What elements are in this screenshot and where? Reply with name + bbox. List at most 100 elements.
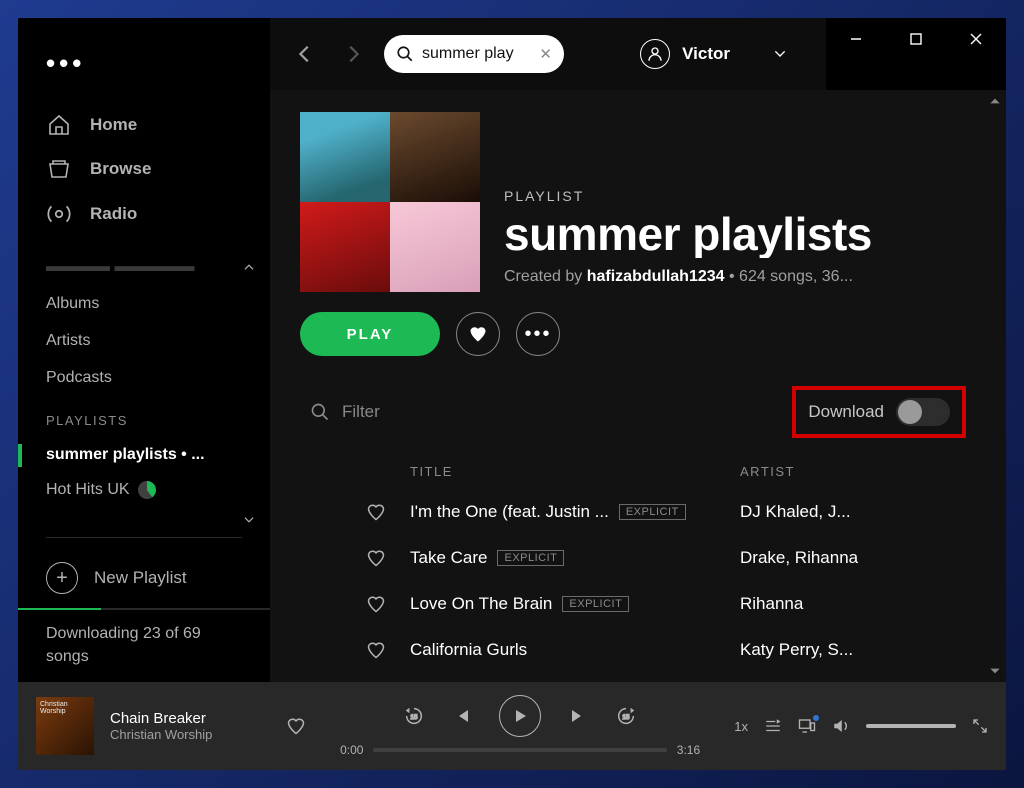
- download-status: Downloading 23 of 69 songs: [18, 608, 270, 682]
- now-playing-title[interactable]: Chain Breaker: [110, 710, 270, 727]
- track-header: TITLE ARTIST: [300, 448, 976, 489]
- search-icon: [310, 402, 330, 422]
- chevron-down-icon: [772, 46, 788, 62]
- track-artist[interactable]: Drake, Rihanna: [740, 548, 966, 568]
- queue-button[interactable]: [764, 717, 782, 735]
- fullscreen-button[interactable]: [972, 718, 988, 734]
- track-favorite-button[interactable]: [366, 594, 410, 614]
- position-label: 0:00: [340, 743, 363, 757]
- playlist-author[interactable]: hafizabdullah1234: [587, 268, 725, 285]
- filter-input[interactable]: Filter: [342, 402, 380, 422]
- window-controls: [826, 18, 1006, 90]
- track-row[interactable]: Take Care EXPLICIT Drake, Rihanna: [300, 535, 976, 581]
- home-icon: [46, 112, 72, 138]
- lib-artists[interactable]: Artists: [18, 323, 270, 360]
- playlist-title: summer playlists: [504, 210, 976, 258]
- window-maximize-button[interactable]: [886, 18, 946, 60]
- playlist-item-hothits[interactable]: Hot Hits UK: [18, 473, 270, 508]
- scroll-down-icon[interactable]: [988, 664, 1002, 678]
- search-icon: [396, 45, 414, 63]
- playlist-item-summer[interactable]: summer playlists • ...: [18, 438, 270, 473]
- track-title: I'm the One (feat. Justin ...: [410, 502, 609, 522]
- browse-icon: [46, 156, 72, 182]
- playlist-type-label: PLAYLIST: [504, 188, 976, 204]
- play-button[interactable]: PLAY: [300, 312, 440, 356]
- volume-slider[interactable]: [866, 724, 956, 728]
- track-favorite-button[interactable]: [366, 548, 410, 568]
- track-artist[interactable]: Katy Perry, S...: [740, 640, 966, 660]
- download-toggle[interactable]: [896, 398, 950, 426]
- previous-button[interactable]: [453, 707, 471, 725]
- main-content: summer play ✕ Victor: [270, 18, 1006, 682]
- track-artist[interactable]: Rihanna: [740, 594, 966, 614]
- track-row[interactable]: California GurlsKaty Perry, S...: [300, 627, 976, 673]
- track-artist[interactable]: DJ Khaled, J...: [740, 502, 966, 522]
- more-button[interactable]: •••: [516, 312, 560, 356]
- svg-text:15: 15: [410, 714, 418, 721]
- radio-icon: [46, 201, 72, 227]
- explicit-badge: EXPLICIT: [562, 596, 629, 612]
- chevron-up-icon: [242, 260, 256, 274]
- new-playlist-label: New Playlist: [94, 568, 187, 588]
- window-minimize-button[interactable]: [826, 18, 886, 60]
- volume-button[interactable]: [832, 717, 850, 735]
- app-menu-button[interactable]: •••: [18, 42, 270, 103]
- new-playlist-button[interactable]: + New Playlist: [18, 548, 270, 608]
- column-title[interactable]: TITLE: [410, 464, 740, 479]
- lib-podcasts-label: Podcasts: [46, 369, 112, 387]
- nav-browse-label: Browse: [90, 159, 151, 179]
- clear-search-button[interactable]: ✕: [539, 45, 552, 63]
- lib-albums[interactable]: Albums: [18, 286, 270, 323]
- track-favorite-button[interactable]: [366, 640, 410, 660]
- playlist-cover: [300, 112, 480, 292]
- rewind-15-button[interactable]: 15: [403, 705, 425, 727]
- scroll-up-icon[interactable]: [988, 94, 1002, 108]
- progress-bar[interactable]: 0:00 3:16: [340, 743, 700, 757]
- play-pause-button[interactable]: [499, 695, 541, 737]
- column-artist[interactable]: ARTIST: [740, 464, 795, 479]
- app-window: ••• Home Browse Radio ▬: [18, 18, 1006, 770]
- favorite-button[interactable]: [456, 312, 500, 356]
- devices-button[interactable]: [798, 717, 816, 735]
- nav-radio[interactable]: Radio: [18, 192, 270, 236]
- playlist-item-label: summer playlists • ...: [46, 446, 205, 464]
- playback-speed-button[interactable]: 1x: [734, 719, 748, 734]
- now-playing-artist[interactable]: Christian Worship: [110, 727, 270, 742]
- now-playing-cover[interactable]: [36, 697, 94, 755]
- lib-albums-label: Albums: [46, 295, 99, 313]
- track-title: Take Care: [410, 548, 487, 568]
- nav-back-button[interactable]: [288, 37, 322, 71]
- player-controls: 15 15 0:00 3:16: [322, 695, 718, 757]
- forward-15-button[interactable]: 15: [615, 705, 637, 727]
- lib-collapse-row[interactable]: ▬▬▬▬ ▬▬▬▬▬: [18, 249, 270, 286]
- chevron-down-icon[interactable]: [242, 513, 256, 527]
- nav-forward-button[interactable]: [336, 37, 370, 71]
- download-status-text: Downloading 23 of 69 songs: [46, 625, 201, 664]
- track-row[interactable]: Love On The BrainEXPLICITRihanna: [300, 581, 976, 627]
- track-row[interactable]: I'm the One (feat. Justin ...EXPLICITDJ …: [300, 489, 976, 535]
- nav-browse[interactable]: Browse: [18, 147, 270, 191]
- user-icon: [640, 39, 670, 69]
- nav-home[interactable]: Home: [18, 103, 270, 147]
- nav-radio-label: Radio: [90, 204, 137, 224]
- playlist-subtitle: Created by hafizabdullah1234 • 624 songs…: [504, 268, 976, 286]
- player-bar: Chain Breaker Christian Worship 15: [18, 682, 1006, 770]
- playlist-header: PLAYLIST summer playlists Created by haf…: [300, 112, 976, 292]
- download-label: Download: [808, 402, 884, 422]
- nav-home-label: Home: [90, 115, 137, 135]
- explicit-badge: EXPLICIT: [497, 550, 564, 566]
- window-close-button[interactable]: [946, 18, 1006, 60]
- download-progress-icon: [138, 481, 156, 499]
- playlists-section-label: PLAYLISTS: [18, 397, 270, 438]
- playlist-item-label: Hot Hits UK: [46, 481, 130, 499]
- lib-podcasts[interactable]: Podcasts: [18, 360, 270, 397]
- search-input[interactable]: summer play ✕: [384, 35, 564, 73]
- track-favorite-button[interactable]: [366, 502, 410, 522]
- download-toggle-region: Download: [792, 386, 966, 438]
- sidebar: ••• Home Browse Radio ▬: [18, 18, 270, 682]
- now-playing-favorite-button[interactable]: [286, 716, 306, 736]
- user-name: Victor: [682, 44, 730, 64]
- user-menu[interactable]: Victor: [640, 39, 788, 69]
- playlist-view: PLAYLIST summer playlists Created by haf…: [270, 90, 1006, 682]
- next-button[interactable]: [569, 707, 587, 725]
